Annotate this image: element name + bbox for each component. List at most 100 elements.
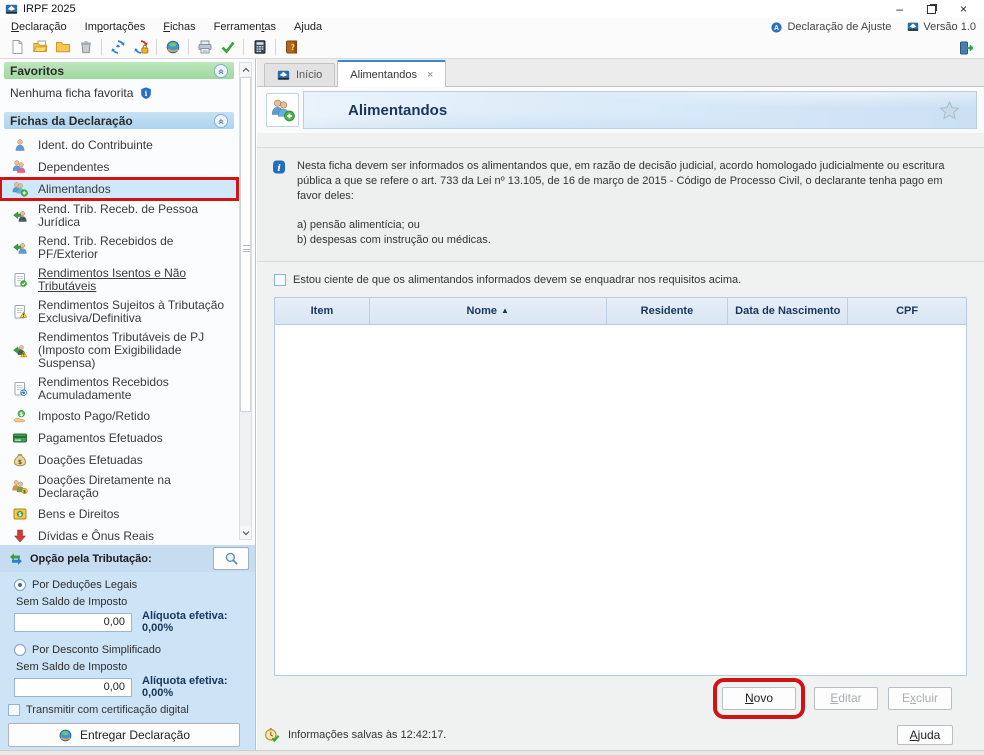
sidebar-item-dividas-e-onus-reais[interactable]: Dívidas e Ônus Reais — [0, 525, 238, 545]
fichas-header[interactable]: Fichas da Declaração — [4, 112, 234, 129]
scroll-down-icon[interactable] — [240, 526, 251, 539]
doc-check-icon — [12, 272, 29, 288]
tax-search-button[interactable] — [213, 547, 249, 570]
sidebar-item-rendimentos-tributaveis-de-pj-imposto-com-exigibilidade-suspensa[interactable]: Rendimentos Tributáveis de PJ (Imposto c… — [0, 328, 238, 373]
column-header-cpf[interactable]: CPF — [848, 298, 966, 324]
maximize-button[interactable] — [927, 5, 936, 14]
table-body[interactable] — [275, 325, 966, 675]
sidebar-item-rendimentos-sujeitos-a-tributacao-exclusivadefinitiva[interactable]: Rendimentos Sujeitos à Tributação Exclus… — [0, 296, 238, 328]
tab-label: Alimentandos — [350, 69, 417, 81]
income-pf-icon — [12, 240, 29, 256]
sidebar-item-label: Ident. do Contribuinte — [38, 139, 157, 152]
transmit-checkbox[interactable] — [8, 704, 20, 716]
column-header-nome[interactable]: Nome▲ — [370, 298, 607, 324]
people-add-icon — [271, 98, 295, 122]
table-header-row: Item Nome▲ResidenteData de NascimentoCPF — [275, 298, 966, 325]
excluir-button[interactable]: Excluir — [888, 687, 952, 710]
svg-text:$: $ — [19, 412, 23, 418]
radio-deducoes-legais[interactable] — [14, 579, 26, 591]
svg-text:A: A — [774, 24, 779, 31]
sidebar: Favoritos Nenhuma ficha favorita i Ficha… — [0, 59, 256, 750]
saved-clock-icon — [264, 727, 280, 743]
sidebar-item-imposto-pagoretido[interactable]: $ Imposto Pago/Retido — [0, 405, 238, 427]
sidebar-item-pagamentos-efetuados[interactable]: Pagamentos Efetuados — [0, 427, 238, 449]
new-document-icon[interactable] — [5, 37, 28, 58]
submit-declaration-button[interactable]: Entregar Declaração — [8, 723, 240, 747]
menu-fichas[interactable]: Fichas — [154, 19, 204, 35]
menu-ferramentas[interactable]: Ferramentas — [205, 19, 285, 35]
sidebar-item-label: Rendimentos Recebidos Acumuladamente — [38, 376, 236, 402]
sidebar-item-alimentandos[interactable]: Alimentandos — [0, 178, 238, 200]
fichas-header-label: Fichas da Declaração — [10, 114, 133, 128]
minimize-button[interactable]: – — [896, 3, 903, 15]
sidebar-item-label: Rendimentos Sujeitos à Tributação Exclus… — [38, 299, 236, 325]
close-button[interactable]: × — [960, 3, 967, 15]
globe-icon — [58, 728, 73, 743]
tax-value-input-legais[interactable] — [14, 613, 132, 632]
receita-logo-icon — [5, 3, 18, 16]
radio-deducoes-legais-label: Por Deduções Legais — [32, 579, 137, 591]
transmit-globe-icon[interactable] — [161, 37, 184, 58]
tax-swap-arrows-icon — [8, 551, 24, 567]
sidebar-item-rendimentos-isentos-e-nao-tributaveis[interactable]: Rendimentos Isentos e Não Tributáveis — [0, 264, 238, 296]
sidebar-item-bens-e-direitos[interactable]: $Bens e Direitos — [0, 503, 238, 525]
tab-inicio[interactable]: Início — [264, 63, 335, 86]
sidebar-item-rend-trib-recebidos-de-pfexterior[interactable]: Rend. Trib. Recebidos de PF/Exterior — [0, 232, 238, 264]
favorite-star-icon[interactable] — [939, 100, 960, 121]
radio-desconto-simplificado[interactable] — [14, 644, 26, 656]
column-header-residente[interactable]: Residente — [607, 298, 729, 324]
help-book-icon[interactable]: ? — [280, 37, 303, 58]
column-header-data-de-nascimento[interactable]: Data de Nascimento — [728, 298, 848, 324]
verify-check-icon[interactable] — [216, 37, 239, 58]
sidebar-item-ident-do-contribuinte[interactable]: Ident. do Contribuinte — [0, 134, 238, 156]
sync-receita-icon[interactable] — [106, 37, 129, 58]
sidebar-item-label: Imposto Pago/Retido — [38, 410, 154, 423]
toolbar-separator — [101, 39, 102, 55]
info-icon: i — [271, 159, 287, 175]
tax-value-input-simplificado[interactable] — [14, 678, 132, 697]
banner-strip: Alimentandos — [257, 87, 984, 133]
tab-bar: Início Alimentandos × — [257, 59, 984, 87]
sidebar-item-dependentes[interactable]: Dependentes — [0, 156, 238, 178]
info-item-a: a) pensão alimentícia; ou — [297, 218, 960, 233]
tab-alimentandos[interactable]: Alimentandos × — [337, 60, 446, 87]
scroll-up-icon[interactable] — [240, 63, 251, 76]
tax-swap-arrows-icon — [8, 551, 24, 567]
menu-declaracao[interactable]: Declaração — [2, 19, 76, 35]
favorites-header[interactable]: Favoritos — [4, 62, 234, 79]
calculator-icon[interactable] — [248, 37, 271, 58]
folder-icon[interactable] — [51, 37, 74, 58]
sidebar-scrollbar[interactable] — [239, 62, 252, 540]
sync-certificate-icon[interactable] — [129, 37, 152, 58]
editar-button[interactable]: Editar — [814, 687, 878, 710]
tax-status-label: Sem Saldo de Imposto — [14, 593, 247, 610]
sidebar-item-label: Rend. Trib. Receb. de Pessoa Jurídica — [38, 203, 236, 229]
exit-door-icon[interactable] — [954, 37, 977, 58]
column-header-item[interactable]: Item — [275, 298, 370, 324]
adjust-declaration-icon: A — [770, 21, 783, 34]
collapse-chevrons-icon[interactable] — [214, 64, 228, 78]
menu-importacoes[interactable]: Importações — [76, 19, 155, 35]
column-header-label: Item — [311, 305, 334, 317]
open-file-icon[interactable] — [28, 37, 51, 58]
search-icon — [224, 551, 239, 566]
search-icon — [224, 551, 239, 566]
ficha-icon-box — [266, 93, 299, 127]
help-button[interactable]: Ajuda — [897, 725, 953, 745]
sidebar-item-doacoes-efetuadas[interactable]: $Doações Efetuadas — [0, 449, 238, 471]
novo-button[interactable]: Novo — [722, 687, 796, 710]
print-icon[interactable] — [193, 37, 216, 58]
sidebar-item-doacoes-diretamente-na-declaracao[interactable]: $Doações Diretamente na Declaração — [0, 471, 238, 503]
sidebar-item-rend-trib-receb-de-pessoa-juridica[interactable]: Rend. Trib. Receb. de Pessoa Jurídica — [0, 200, 238, 232]
favorites-header-label: Favoritos — [10, 64, 64, 78]
menu-ajuda[interactable]: Ajuda — [285, 19, 331, 35]
trash-icon[interactable] — [74, 37, 97, 58]
scrollbar-thumb[interactable] — [240, 77, 251, 412]
toolbar-separator — [188, 39, 189, 55]
acknowledge-checkbox[interactable] — [274, 274, 286, 286]
transmit-label: Transmitir com certificação digital — [26, 704, 189, 716]
collapse-chevrons-icon[interactable] — [214, 114, 228, 128]
sidebar-item-label: Rend. Trib. Recebidos de PF/Exterior — [38, 235, 236, 261]
close-tab-icon[interactable]: × — [427, 69, 433, 81]
sidebar-item-rendimentos-recebidos-acumuladamente[interactable]: Rendimentos Recebidos Acumuladamente — [0, 373, 238, 405]
